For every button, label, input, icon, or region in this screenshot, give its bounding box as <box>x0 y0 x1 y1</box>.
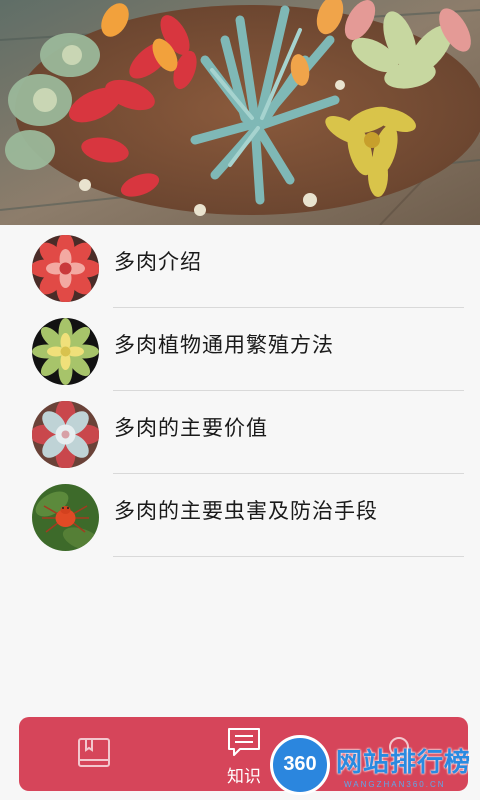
app-screen: 多肉介绍 多肉植物通用繁殖方法 多肉的主要价值 多肉的主要虫害及防治手段 知识 … <box>0 0 480 800</box>
list-item[interactable]: 多肉的主要虫害及防治手段 <box>0 474 480 557</box>
list-item[interactable]: 多肉植物通用繁殖方法 <box>0 308 480 391</box>
list-item[interactable]: 多肉介绍 <box>0 225 480 308</box>
tab-book[interactable] <box>69 717 119 791</box>
list-item-label: 多肉的主要价值 <box>114 416 268 440</box>
message-icon <box>228 728 260 756</box>
red-succulent-thumbnail <box>32 235 99 302</box>
hero-banner <box>0 0 480 225</box>
book-icon <box>78 738 110 767</box>
list-item[interactable]: 多肉的主要价值 <box>0 391 480 474</box>
watermark-badge-text: 360 <box>283 753 317 775</box>
article-list: 多肉介绍 多肉植物通用繁殖方法 多肉的主要价值 多肉的主要虫害及防治手段 <box>0 225 480 557</box>
watermark-subtitle: WANGZHAN360.CN <box>344 780 446 789</box>
list-item-label: 多肉介绍 <box>114 250 202 274</box>
tab-knowledge[interactable]: 知识 <box>214 717 274 791</box>
tab-knowledge-label: 知识 <box>227 767 261 787</box>
yellow-succulent-thumbnail <box>32 318 99 385</box>
watermark-logo: 360 <box>270 735 330 795</box>
pink-succulent-thumbnail <box>32 401 99 468</box>
divider <box>113 556 464 557</box>
succulent-wreath-image <box>0 0 480 225</box>
list-item-label: 多肉植物通用繁殖方法 <box>114 333 334 357</box>
watermark-title: 网站排行榜 <box>336 748 472 778</box>
spider-mite-thumbnail <box>32 484 99 551</box>
list-item-label: 多肉的主要虫害及防治手段 <box>114 499 378 523</box>
